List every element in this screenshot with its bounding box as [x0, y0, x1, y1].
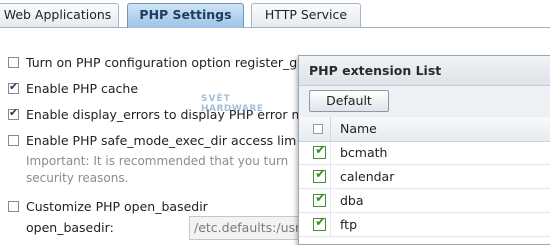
extension-checkbox[interactable] — [313, 143, 326, 159]
extension-checkbox[interactable] — [313, 215, 326, 231]
tab-http-service[interactable]: HTTP Service — [251, 3, 361, 27]
column-divider — [330, 213, 331, 237]
column-divider — [330, 141, 331, 165]
option-safe-mode[interactable]: Enable PHP safe_mode_exec_dir access lim — [8, 131, 296, 149]
grid-header: Name — [299, 117, 550, 142]
tab-strip: Web Applications PHP Settings HTTP Servi… — [0, 0, 550, 28]
extension-row[interactable]: dba — [299, 189, 550, 213]
safe-mode-checkbox[interactable] — [8, 134, 19, 146]
tab-php-settings[interactable]: PHP Settings — [127, 3, 244, 28]
popup-toolbar: Default — [299, 86, 550, 118]
php-extension-popup: PHP extension List Default Name bcmath c… — [298, 55, 550, 245]
popup-title: PHP extension List — [299, 56, 550, 86]
extension-checkbox[interactable] — [313, 191, 326, 207]
extension-name: dba — [340, 193, 364, 208]
option-label: Customize PHP open_basedir — [26, 198, 208, 214]
important-note: Important: It is recommended that you tu… — [26, 154, 289, 185]
watermark-line1: SVĚT — [201, 94, 231, 104]
extension-row[interactable]: bcmath — [299, 141, 550, 165]
column-divider — [330, 189, 331, 213]
watermark-line2: HARDWARE — [201, 104, 264, 114]
display-errors-checkbox[interactable] — [8, 106, 19, 120]
extension-name: ftp — [340, 217, 358, 232]
option-php-cache[interactable]: Enable PHP cache — [8, 79, 138, 97]
option-label: Enable PHP cache — [26, 80, 139, 96]
option-register-globals[interactable]: Turn on PHP configuration option registe… — [8, 53, 297, 71]
column-divider — [330, 165, 331, 189]
default-button[interactable]: Default — [309, 90, 389, 112]
extension-row[interactable]: calendar — [299, 165, 550, 189]
tab-web-applications[interactable]: Web Applications — [0, 3, 119, 27]
column-header-name[interactable]: Name — [340, 117, 377, 141]
extension-name: calendar — [340, 169, 395, 184]
php-cache-checkbox[interactable] — [8, 80, 19, 94]
select-all-checkbox[interactable] — [313, 124, 323, 134]
column-divider — [330, 117, 331, 141]
extension-name: bcmath — [340, 145, 388, 160]
extension-checkbox[interactable] — [313, 167, 326, 183]
open-basedir-label: open_basedir: — [26, 220, 114, 235]
register-globals-checkbox[interactable] — [8, 56, 19, 68]
extension-row[interactable]: ftp — [299, 213, 550, 237]
open-basedir-checkbox[interactable] — [8, 200, 19, 212]
option-label: Turn on PHP configuration option registe… — [26, 54, 298, 70]
option-label: Enable PHP safe_mode_exec_dir access lim — [26, 132, 297, 148]
option-open-basedir[interactable]: Customize PHP open_basedir — [8, 197, 208, 215]
watermark-logo: SVĚT HARDWARE — [201, 94, 281, 122]
